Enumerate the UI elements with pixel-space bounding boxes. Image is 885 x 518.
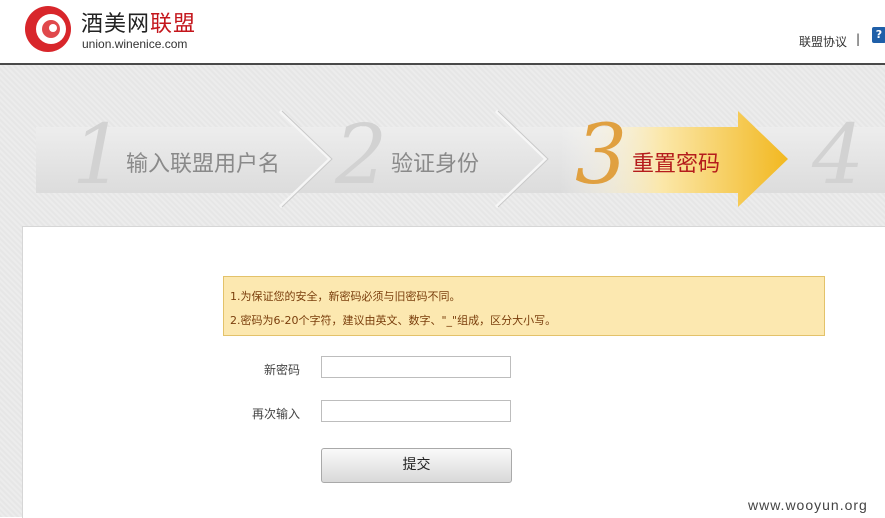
logo-icon[interactable] — [24, 5, 72, 53]
notice-line-1: 1.为保证您的安全，新密码必须与旧密码不同。 — [230, 290, 461, 303]
new-password-label: 新密码 — [263, 363, 300, 377]
help-icon[interactable]: ? — [872, 27, 885, 43]
confirm-password-label: 再次输入 — [251, 407, 300, 421]
step-2-number: 2 — [335, 108, 388, 203]
submit-button[interactable]: 提交 — [321, 448, 512, 483]
watermark: www.wooyun.org — [748, 497, 868, 513]
step-1-chevron — [278, 109, 333, 209]
agreement-link[interactable]: 联盟协议 — [799, 33, 847, 50]
step-3-label: 重置密码 — [632, 152, 721, 177]
step-1-number: 1 — [72, 108, 125, 203]
confirm-password-input[interactable] — [321, 400, 511, 422]
step-4-number: 4 — [812, 108, 865, 203]
step-2-chevron — [494, 109, 549, 209]
notice-line-2: 2.密码为6-20个字符，建议由英文、数字、"_"组成，区分大小写。 — [230, 314, 557, 327]
logo-text[interactable]: 酒美网联盟 — [81, 6, 196, 38]
step-2-label: 验证身份 — [391, 152, 480, 177]
new-password-input[interactable] — [321, 356, 511, 378]
step-1-label: 输入联盟用户名 — [126, 152, 281, 177]
site-header: 酒美网联盟 union.winenice.com 联盟协议 | ? — [0, 0, 885, 65]
step-progress: 1 输入联盟用户名 2 验证身份 3 重置密码 4 — [0, 109, 885, 209]
logo-text-accent: 联盟 — [150, 12, 197, 37]
logo-text-main: 酒美网 — [81, 12, 151, 37]
header-separator: | — [856, 32, 861, 46]
step-3-number: 3 — [575, 108, 628, 203]
logo-url: union.winenice.com — [82, 37, 188, 51]
password-notice: 1.为保证您的安全，新密码必须与旧密码不同。 2.密码为6-20个字符，建议由英… — [223, 276, 825, 336]
